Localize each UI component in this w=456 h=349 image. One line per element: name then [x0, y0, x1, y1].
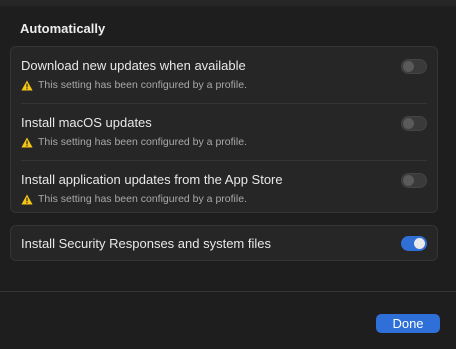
update-settings-sheet: Automatically Download new updates when … [0, 0, 456, 349]
warning-triangle-icon [21, 137, 33, 147]
profile-note-text: This setting has been configured by a pr… [38, 79, 247, 91]
setting-label-install-macos: Install macOS updates [21, 115, 152, 130]
profile-note: This setting has been configured by a pr… [21, 193, 247, 205]
profile-note: This setting has been configured by a pr… [21, 79, 247, 91]
setting-label-download-updates: Download new updates when available [21, 58, 246, 73]
setting-label-install-app-updates: Install application updates from the App… [21, 172, 283, 187]
profile-note: This setting has been configured by a pr… [21, 136, 247, 148]
toggle-knob [414, 238, 425, 249]
top-strip [0, 0, 456, 6]
automatic-updates-group: Download new updates when available This… [10, 46, 438, 213]
setting-row-download-updates: Download new updates when available This… [11, 47, 437, 103]
setting-label-security-responses: Install Security Responses and system fi… [21, 236, 271, 251]
section-title: Automatically [20, 21, 106, 36]
profile-note-text: This setting has been configured by a pr… [38, 193, 247, 205]
done-button[interactable]: Done [376, 314, 440, 333]
toggle-knob [403, 118, 414, 129]
setting-row-install-app-updates: Install application updates from the App… [11, 161, 437, 217]
install-macos-toggle[interactable] [401, 116, 427, 131]
toggle-knob [403, 61, 414, 72]
security-responses-group: Install Security Responses and system fi… [10, 225, 438, 261]
footer-divider [0, 291, 456, 292]
warning-triangle-icon [21, 80, 33, 90]
profile-note-text: This setting has been configured by a pr… [38, 136, 247, 148]
security-responses-toggle[interactable] [401, 236, 427, 251]
warning-triangle-icon [21, 194, 33, 204]
toggle-knob [403, 175, 414, 186]
download-updates-toggle[interactable] [401, 59, 427, 74]
install-app-updates-toggle[interactable] [401, 173, 427, 188]
setting-row-install-macos: Install macOS updates This setting has b… [11, 104, 437, 160]
